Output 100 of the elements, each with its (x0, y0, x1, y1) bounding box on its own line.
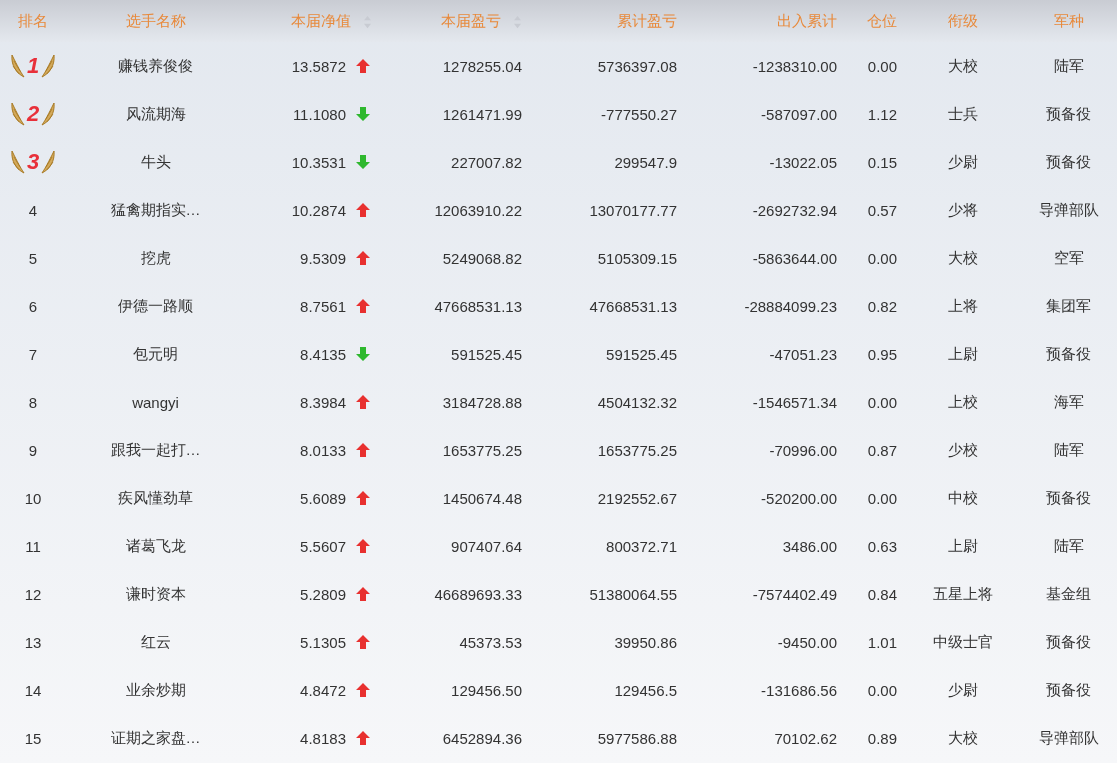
profit-value: 3184728.88 (442, 393, 522, 411)
position-value: 1.01 (867, 633, 897, 651)
cash-flow-value: -131686.56 (761, 681, 837, 699)
cash-flow-value: -587097.00 (761, 105, 837, 123)
profit-value: 227007.82 (451, 153, 522, 171)
total-profit-value: 129456.5 (614, 681, 677, 699)
rank-title: 五星上将 (932, 584, 993, 602)
position-value: 0.15 (867, 153, 897, 171)
player-name: 红云 (140, 632, 171, 650)
net-value: 8.3984 (300, 393, 346, 411)
total-profit-value: 299547.9 (614, 153, 677, 171)
service-branch: 空军 (1053, 248, 1084, 266)
player-name: 牛头 (140, 152, 171, 170)
position-value: 0.87 (867, 441, 897, 459)
profit-value: 45373.53 (459, 633, 522, 651)
rank-number: 6 (28, 297, 38, 315)
player-name: 诸葛飞龙 (125, 536, 186, 554)
wing-icon (9, 53, 26, 79)
rank-number: 7 (28, 345, 38, 363)
player-name: 谦时资本 (125, 584, 186, 602)
rank-title: 少校 (947, 440, 978, 458)
rank-title: 少将 (947, 200, 978, 218)
player-name: 包元明 (133, 344, 178, 362)
total-profit-value: 51380064.55 (589, 585, 677, 603)
position-value: 0.84 (867, 585, 897, 603)
total-profit-value: 591525.45 (606, 345, 677, 363)
profit-value: 1653775.25 (442, 441, 522, 459)
rank-number: 5 (28, 249, 38, 267)
position-value: 0.00 (867, 681, 897, 699)
service-branch: 预备役 (1046, 344, 1091, 362)
position-value: 0.00 (867, 57, 897, 75)
cash-flow-value: 3486.00 (782, 537, 837, 555)
net-value: 4.8183 (300, 729, 346, 747)
net-value: 4.8472 (300, 681, 346, 699)
position-value: 0.00 (867, 249, 897, 267)
position-value: 0.00 (867, 489, 897, 507)
service-branch: 预备役 (1046, 152, 1091, 170)
net-value: 10.2874 (291, 201, 346, 219)
profit-value: 12063910.22 (434, 201, 522, 219)
total-profit-value: 39950.86 (614, 633, 677, 651)
net-value: 5.5607 (300, 537, 346, 555)
net-value: 11.1080 (292, 105, 346, 123)
rank-title: 少尉 (947, 680, 978, 698)
net-value: 13.5872 (291, 57, 346, 75)
net-value: 5.1305 (300, 633, 346, 651)
rank-title: 大校 (947, 728, 978, 746)
cash-flow-value: -2692732.94 (752, 201, 837, 219)
player-name: wangyi (132, 393, 179, 411)
net-value: 5.6089 (300, 489, 346, 507)
rank-number: 3 (26, 149, 40, 175)
player-name: 业余炒期 (125, 680, 186, 698)
rank-title: 大校 (947, 248, 978, 266)
service-branch: 预备役 (1046, 104, 1091, 122)
column-header: 选手名称 (125, 11, 186, 29)
net-value: 8.0133 (300, 441, 346, 459)
profit-value: 1261471.99 (442, 105, 522, 123)
total-profit-value: 2192552.67 (597, 489, 677, 507)
profit-value: 6452894.36 (442, 729, 522, 747)
cash-flow-value: -1238310.00 (752, 57, 837, 75)
service-branch: 导弹部队 (1038, 200, 1099, 218)
column-header[interactable]: 本届净值 (291, 11, 351, 29)
total-profit-value: 5736397.08 (597, 57, 677, 75)
profit-value: 47668531.13 (434, 297, 522, 315)
cash-flow-value: -28884099.23 (744, 297, 837, 315)
position-value: 0.00 (867, 393, 897, 411)
column-header: 累计盈亏 (617, 11, 677, 29)
wing-icon (40, 149, 57, 175)
service-branch: 集团军 (1046, 296, 1091, 314)
rank-title: 上尉 (947, 344, 978, 362)
rank-number: 9 (28, 441, 38, 459)
total-profit-value: 800372.71 (606, 537, 677, 555)
profit-value: 129456.50 (451, 681, 522, 699)
player-name: 风流期海 (125, 104, 186, 122)
profit-value: 1450674.48 (442, 489, 522, 507)
profit-value: 46689693.33 (434, 585, 522, 603)
cash-flow-value: -47051.23 (769, 345, 837, 363)
cash-flow-value: -13022.05 (769, 153, 837, 171)
wing-icon (40, 53, 57, 79)
player-name: 赚钱养俊俊 (118, 56, 193, 74)
cash-flow-value: -9450.00 (777, 633, 837, 651)
player-name: 跟我一起打… (110, 440, 201, 458)
cash-flow-value: -520200.00 (761, 489, 837, 507)
rank-number: 14 (24, 681, 42, 699)
column-header: 排名 (18, 11, 48, 29)
position-value: 0.63 (867, 537, 897, 555)
total-profit-value: -777550.27 (601, 105, 677, 123)
rank-number: 1 (26, 53, 40, 79)
cash-flow-value: 70102.62 (774, 729, 837, 747)
profit-value: 907407.64 (451, 537, 522, 555)
cash-flow-value: -1546571.34 (752, 393, 837, 411)
rank-title: 大校 (947, 56, 978, 74)
player-name: 证期之家盘… (110, 728, 201, 746)
rank-number: 2 (26, 101, 40, 127)
player-name: 疾风懂劲草 (118, 488, 193, 506)
player-name: 伊德一路顺 (118, 296, 193, 314)
column-header[interactable]: 本届盈亏 (441, 11, 501, 29)
player-name: 猛禽期指实… (110, 200, 201, 218)
rank-number: 13 (24, 633, 42, 651)
total-profit-value: 5105309.15 (597, 249, 677, 267)
total-profit-value: 13070177.77 (589, 201, 677, 219)
